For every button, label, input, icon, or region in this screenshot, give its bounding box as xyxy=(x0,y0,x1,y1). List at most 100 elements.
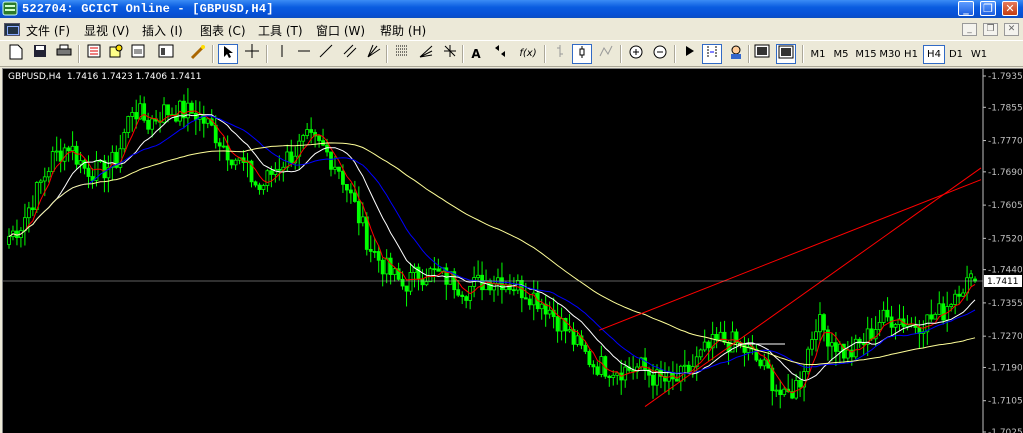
menu-help[interactable]: 帮助 (H) xyxy=(380,22,426,39)
candle-body xyxy=(416,266,421,280)
minimize-button[interactable]: _ xyxy=(958,1,974,16)
fibonacci-icon[interactable] xyxy=(392,44,412,64)
candle-body xyxy=(277,168,282,171)
toolbar-separator xyxy=(462,45,464,63)
toolbar-separator xyxy=(802,45,804,63)
candle-body xyxy=(213,124,218,144)
candle-body xyxy=(718,331,723,341)
candle-body xyxy=(837,343,842,352)
terminal-icon[interactable] xyxy=(156,44,176,64)
timeframe-w1[interactable]: W1 xyxy=(968,45,990,64)
candle-body xyxy=(82,160,87,169)
candle-body xyxy=(309,129,314,133)
fan-icon[interactable] xyxy=(364,44,384,64)
candle-body xyxy=(400,278,405,287)
candle-body xyxy=(567,329,572,332)
menu-file[interactable]: 文件 (F) xyxy=(26,22,70,39)
menu-insert[interactable]: 插入 (I) xyxy=(142,22,183,39)
candle-body xyxy=(595,366,600,375)
new-chart-icon[interactable] xyxy=(6,44,26,64)
data-window-icon[interactable] xyxy=(106,44,126,64)
candle-body xyxy=(806,348,810,372)
candle-body xyxy=(301,135,306,142)
candle-body xyxy=(26,207,31,219)
timeframe-m30[interactable]: M30 xyxy=(877,45,903,64)
toolbar-separator xyxy=(386,45,388,63)
candle-body xyxy=(333,166,337,170)
trendline-icon[interactable] xyxy=(316,44,336,64)
zoom-out-icon[interactable] xyxy=(650,44,670,64)
candle-body xyxy=(476,274,480,278)
toolbar-separator xyxy=(748,45,750,63)
templates-icon[interactable] xyxy=(776,44,796,64)
menu-charts[interactable]: 图表 (C) xyxy=(200,22,246,39)
menu-bar: 文件 (F) 显视 (V) 插入 (I) 图表 (C) 工具 (T) 窗口 (W… xyxy=(0,19,1023,41)
restore-button[interactable]: ❐ xyxy=(980,1,996,16)
menu-view[interactable]: 显视 (V) xyxy=(84,22,129,39)
print-icon[interactable] xyxy=(54,44,74,64)
bar-chart-icon[interactable] xyxy=(550,44,570,64)
candle-body xyxy=(58,150,63,162)
horizontal-line-icon[interactable] xyxy=(294,44,314,64)
mdi-close-button[interactable]: ✕ xyxy=(1004,23,1019,36)
candle-body xyxy=(559,318,564,332)
channel-icon[interactable] xyxy=(340,44,360,64)
candle-body xyxy=(949,304,954,308)
candle-body xyxy=(372,251,377,253)
candle-body xyxy=(193,112,198,120)
auto-scroll-icon[interactable] xyxy=(680,44,700,64)
crosshair-icon[interactable] xyxy=(242,44,262,64)
candle-body xyxy=(329,151,333,170)
fibo-arc-icon[interactable] xyxy=(440,44,460,64)
close-button[interactable]: ✕ xyxy=(1002,1,1018,16)
timeframe-h1[interactable]: H1 xyxy=(901,45,921,64)
price-chart[interactable]: -1.7935 -1.7855 -1.7770 -1.7690 -1.7605 -1.75… xyxy=(3,69,1022,433)
candle-body xyxy=(547,309,552,315)
candle-body xyxy=(253,181,258,186)
price-tick-label: -1.7440 xyxy=(988,266,1022,276)
timeframe-m5[interactable]: M5 xyxy=(830,45,852,64)
mdi-restore-button[interactable]: ❐ xyxy=(983,23,998,36)
chart-window[interactable]: -1.7935 -1.7855 -1.7770 -1.7690 -1.7605 -1.75… xyxy=(2,68,1023,433)
candle-body xyxy=(492,283,496,291)
candle-body xyxy=(523,297,528,300)
timeframe-d1[interactable]: D1 xyxy=(946,45,966,64)
toolbar-separator xyxy=(266,45,268,63)
menu-window[interactable]: 窗口 (W) xyxy=(316,22,365,39)
candle-body xyxy=(698,349,703,358)
timeframe-m1[interactable]: M1 xyxy=(808,45,828,64)
candle-body xyxy=(885,309,890,318)
expert-advisor-icon[interactable] xyxy=(188,44,208,64)
arrow-tool-icon[interactable] xyxy=(490,44,510,64)
fibo-fan-icon[interactable] xyxy=(416,44,436,64)
vertical-line-icon[interactable] xyxy=(272,44,292,64)
candle-body xyxy=(774,389,779,392)
period-separator-icon[interactable] xyxy=(752,44,772,64)
expert-face-icon[interactable] xyxy=(726,44,746,64)
cursor-icon[interactable] xyxy=(218,44,238,64)
function-icon[interactable]: f(x) xyxy=(518,44,538,64)
navigator-icon[interactable] xyxy=(128,44,148,64)
menu-tools[interactable]: 工具 (T) xyxy=(258,22,303,39)
save-icon[interactable] xyxy=(30,44,50,64)
line-chart-icon[interactable] xyxy=(596,44,616,64)
candlestick-chart-icon[interactable] xyxy=(572,44,592,64)
candle-body xyxy=(420,278,425,286)
chart-window-icon[interactable] xyxy=(4,23,20,36)
candle-body xyxy=(814,331,818,340)
candle-body xyxy=(352,192,357,202)
market-watch-icon[interactable] xyxy=(84,44,104,64)
text-tool-button[interactable]: A xyxy=(466,44,486,64)
candle-body xyxy=(798,380,803,388)
candle-body xyxy=(221,145,226,148)
upper-trendline xyxy=(598,179,982,331)
candle-body xyxy=(623,366,628,381)
candle-body xyxy=(957,293,962,297)
candle-body xyxy=(285,151,290,168)
mdi-minimize-button[interactable]: _ xyxy=(962,23,977,36)
candle-body xyxy=(229,159,234,166)
timeframe-h4[interactable]: H4 xyxy=(923,45,945,64)
zoom-in-icon[interactable] xyxy=(626,44,646,64)
chart-shift-icon[interactable] xyxy=(702,44,722,64)
timeframe-m15[interactable]: M15 xyxy=(853,45,879,64)
